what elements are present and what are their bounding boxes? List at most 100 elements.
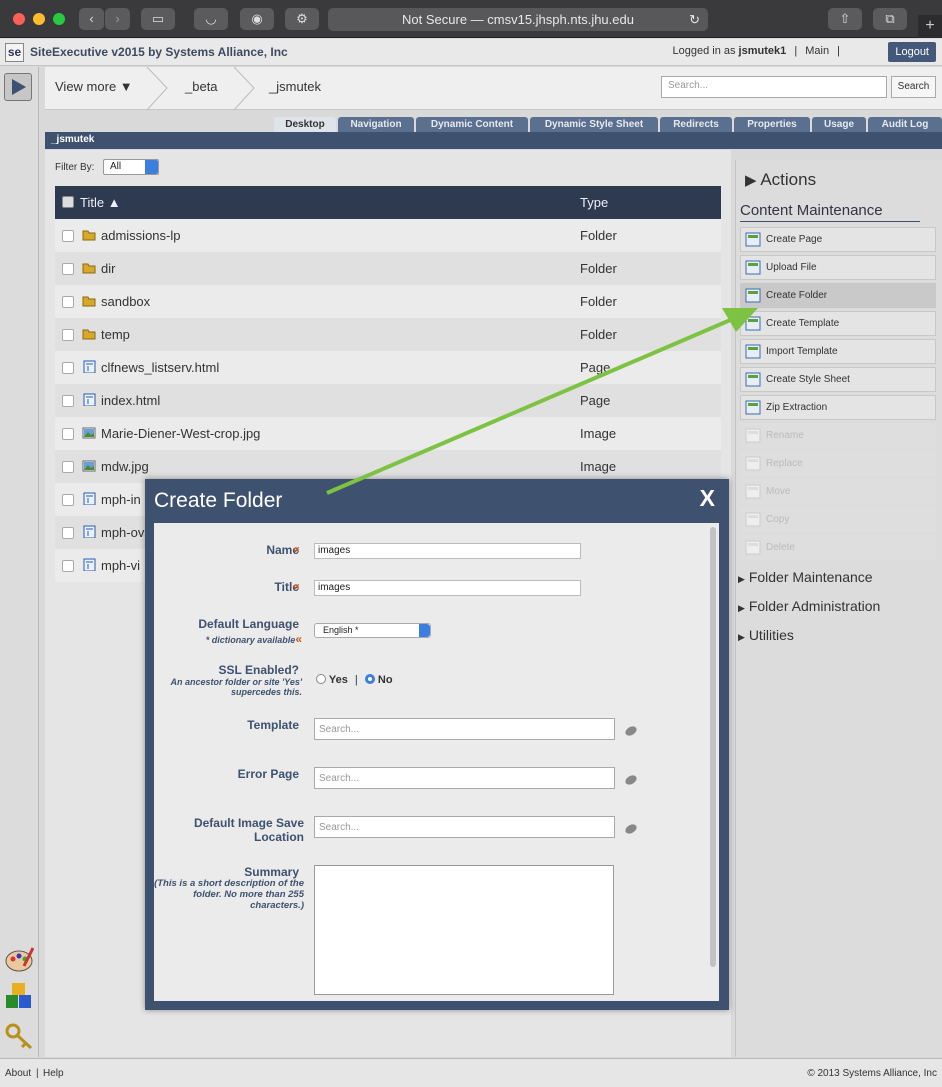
- actions-title[interactable]: ▶ Actions: [745, 170, 816, 190]
- grid-header: Title ▲ Type: [55, 186, 721, 219]
- table-row[interactable]: index.html Page: [55, 384, 721, 417]
- create-template-action[interactable]: Create Template: [740, 311, 936, 336]
- filter-select[interactable]: All: [103, 159, 159, 175]
- tab-usage[interactable]: Usage: [812, 117, 866, 132]
- create-folder-action[interactable]: Create Folder: [740, 283, 936, 308]
- ssl-no-radio[interactable]: [364, 674, 375, 684]
- table-row[interactable]: sandbox Folder: [55, 285, 721, 318]
- minimize-window-button[interactable]: [33, 13, 45, 25]
- name-field[interactable]: images: [314, 543, 581, 559]
- breadcrumb-jsmutek[interactable]: _jsmutek: [269, 79, 321, 94]
- ssl-yes-radio[interactable]: [316, 674, 326, 684]
- breadcrumb-separator-icon: [146, 67, 168, 110]
- upload-file-action[interactable]: Upload File: [740, 255, 936, 280]
- logout-button[interactable]: Logout: [888, 42, 936, 62]
- zoom-window-button[interactable]: [53, 13, 65, 25]
- column-title[interactable]: Title ▲: [80, 195, 121, 210]
- row-checkbox[interactable]: [62, 362, 74, 374]
- row-title[interactable]: Marie-Diener-West-crop.jpg: [101, 426, 260, 441]
- picker-icon[interactable]: [624, 724, 638, 736]
- create-page-action[interactable]: Create Page: [740, 227, 936, 252]
- password-icon[interactable]: ◉: [240, 8, 274, 30]
- row-checkbox[interactable]: [62, 527, 74, 539]
- row-checkbox[interactable]: [62, 296, 74, 308]
- create-style-sheet-action[interactable]: Create Style Sheet: [740, 367, 936, 392]
- sidebar-toggle-icon[interactable]: ▭: [141, 8, 175, 30]
- utilities-section[interactable]: ▶ Utilities: [738, 627, 794, 643]
- actions-panel: ▶ Actions Content Maintenance Create Pag…: [735, 160, 942, 1057]
- chevron-down-icon: [419, 624, 430, 637]
- error-page-search-input[interactable]: Search...: [314, 767, 615, 789]
- tab-dynamic-content[interactable]: Dynamic Content: [416, 117, 528, 132]
- picker-icon[interactable]: [624, 822, 638, 834]
- table-row[interactable]: clfnews_listserv.html Page: [55, 351, 721, 384]
- ssl-label: SSL Enabled?: [218, 663, 299, 677]
- language-select[interactable]: English *: [314, 623, 431, 638]
- view-more-button[interactable]: View more ▼: [55, 79, 133, 94]
- row-checkbox[interactable]: [62, 329, 74, 341]
- pocket-icon[interactable]: ◡: [194, 8, 228, 30]
- upload-file-icon: [745, 260, 761, 275]
- folder-administration-section[interactable]: ▶ Folder Administration: [738, 598, 880, 614]
- back-button[interactable]: ‹: [79, 8, 104, 30]
- row-checkbox[interactable]: [62, 428, 74, 440]
- row-title[interactable]: sandbox: [101, 294, 150, 309]
- search-button[interactable]: Search: [891, 76, 936, 98]
- picker-icon[interactable]: [624, 773, 638, 785]
- row-checkbox[interactable]: [62, 263, 74, 275]
- forward-button[interactable]: ›: [105, 8, 130, 30]
- table-row[interactable]: temp Folder: [55, 318, 721, 351]
- row-type: Folder: [580, 228, 617, 243]
- close-window-button[interactable]: [13, 13, 25, 25]
- tab-dynamic-style-sheet[interactable]: Dynamic Style Sheet: [530, 117, 658, 132]
- row-checkbox[interactable]: [62, 494, 74, 506]
- row-checkbox[interactable]: [62, 560, 74, 572]
- extension-icon[interactable]: ⚙: [285, 8, 319, 30]
- tab-audit-log[interactable]: Audit Log: [868, 117, 942, 132]
- row-title[interactable]: mdw.jpg: [101, 459, 149, 474]
- breadcrumb-beta[interactable]: _beta: [185, 79, 218, 94]
- reload-icon[interactable]: ↻: [689, 8, 700, 31]
- row-title[interactable]: mph-ov: [101, 525, 144, 540]
- tabs-overview-icon[interactable]: ⧉: [873, 8, 907, 30]
- main-link[interactable]: Main: [805, 45, 829, 57]
- summary-textarea[interactable]: [314, 865, 614, 995]
- table-row[interactable]: dir Folder: [55, 252, 721, 285]
- row-title[interactable]: admissions-lp: [101, 228, 180, 243]
- help-link[interactable]: Help: [43, 1068, 64, 1079]
- expand-panel-button[interactable]: [4, 73, 32, 101]
- row-title[interactable]: clfnews_listserv.html: [101, 360, 219, 375]
- template-search-input[interactable]: Search...: [314, 718, 615, 740]
- blocks-icon[interactable]: [4, 981, 34, 1011]
- table-row[interactable]: admissions-lp Folder: [55, 219, 721, 252]
- select-all-checkbox[interactable]: [62, 196, 74, 208]
- keys-icon[interactable]: [4, 1022, 34, 1052]
- row-title[interactable]: index.html: [101, 393, 160, 408]
- tab-redirects[interactable]: Redirects: [660, 117, 732, 132]
- new-tab-button[interactable]: +: [918, 15, 942, 38]
- close-icon[interactable]: X: [700, 485, 715, 512]
- share-icon[interactable]: ⇧: [828, 8, 862, 30]
- palette-icon[interactable]: [4, 944, 34, 974]
- image-location-search-input[interactable]: Search...: [314, 816, 615, 838]
- tab-desktop[interactable]: Desktop: [274, 117, 336, 132]
- import-template-action[interactable]: Import Template: [740, 339, 936, 364]
- row-title[interactable]: mph-vi: [101, 558, 140, 573]
- table-row[interactable]: Marie-Diener-West-crop.jpg Image: [55, 417, 721, 450]
- row-title[interactable]: dir: [101, 261, 115, 276]
- tab-properties[interactable]: Properties: [734, 117, 810, 132]
- folder-maintenance-section[interactable]: ▶ Folder Maintenance: [738, 569, 873, 585]
- column-type[interactable]: Type: [580, 195, 608, 210]
- address-bar[interactable]: Not Secure — cmsv15.jhsph.nts.jhu.edu ↻: [328, 8, 708, 31]
- scrollbar[interactable]: [710, 527, 716, 967]
- row-checkbox[interactable]: [62, 395, 74, 407]
- row-checkbox[interactable]: [62, 461, 74, 473]
- zip-extraction-action[interactable]: Zip Extraction: [740, 395, 936, 420]
- search-input[interactable]: Search...: [661, 76, 887, 98]
- about-link[interactable]: About: [5, 1068, 31, 1079]
- row-title[interactable]: temp: [101, 327, 130, 342]
- tab-navigation[interactable]: Navigation: [338, 117, 414, 132]
- row-title[interactable]: mph-in: [101, 492, 141, 507]
- row-checkbox[interactable]: [62, 230, 74, 242]
- title-field[interactable]: images: [314, 580, 581, 596]
